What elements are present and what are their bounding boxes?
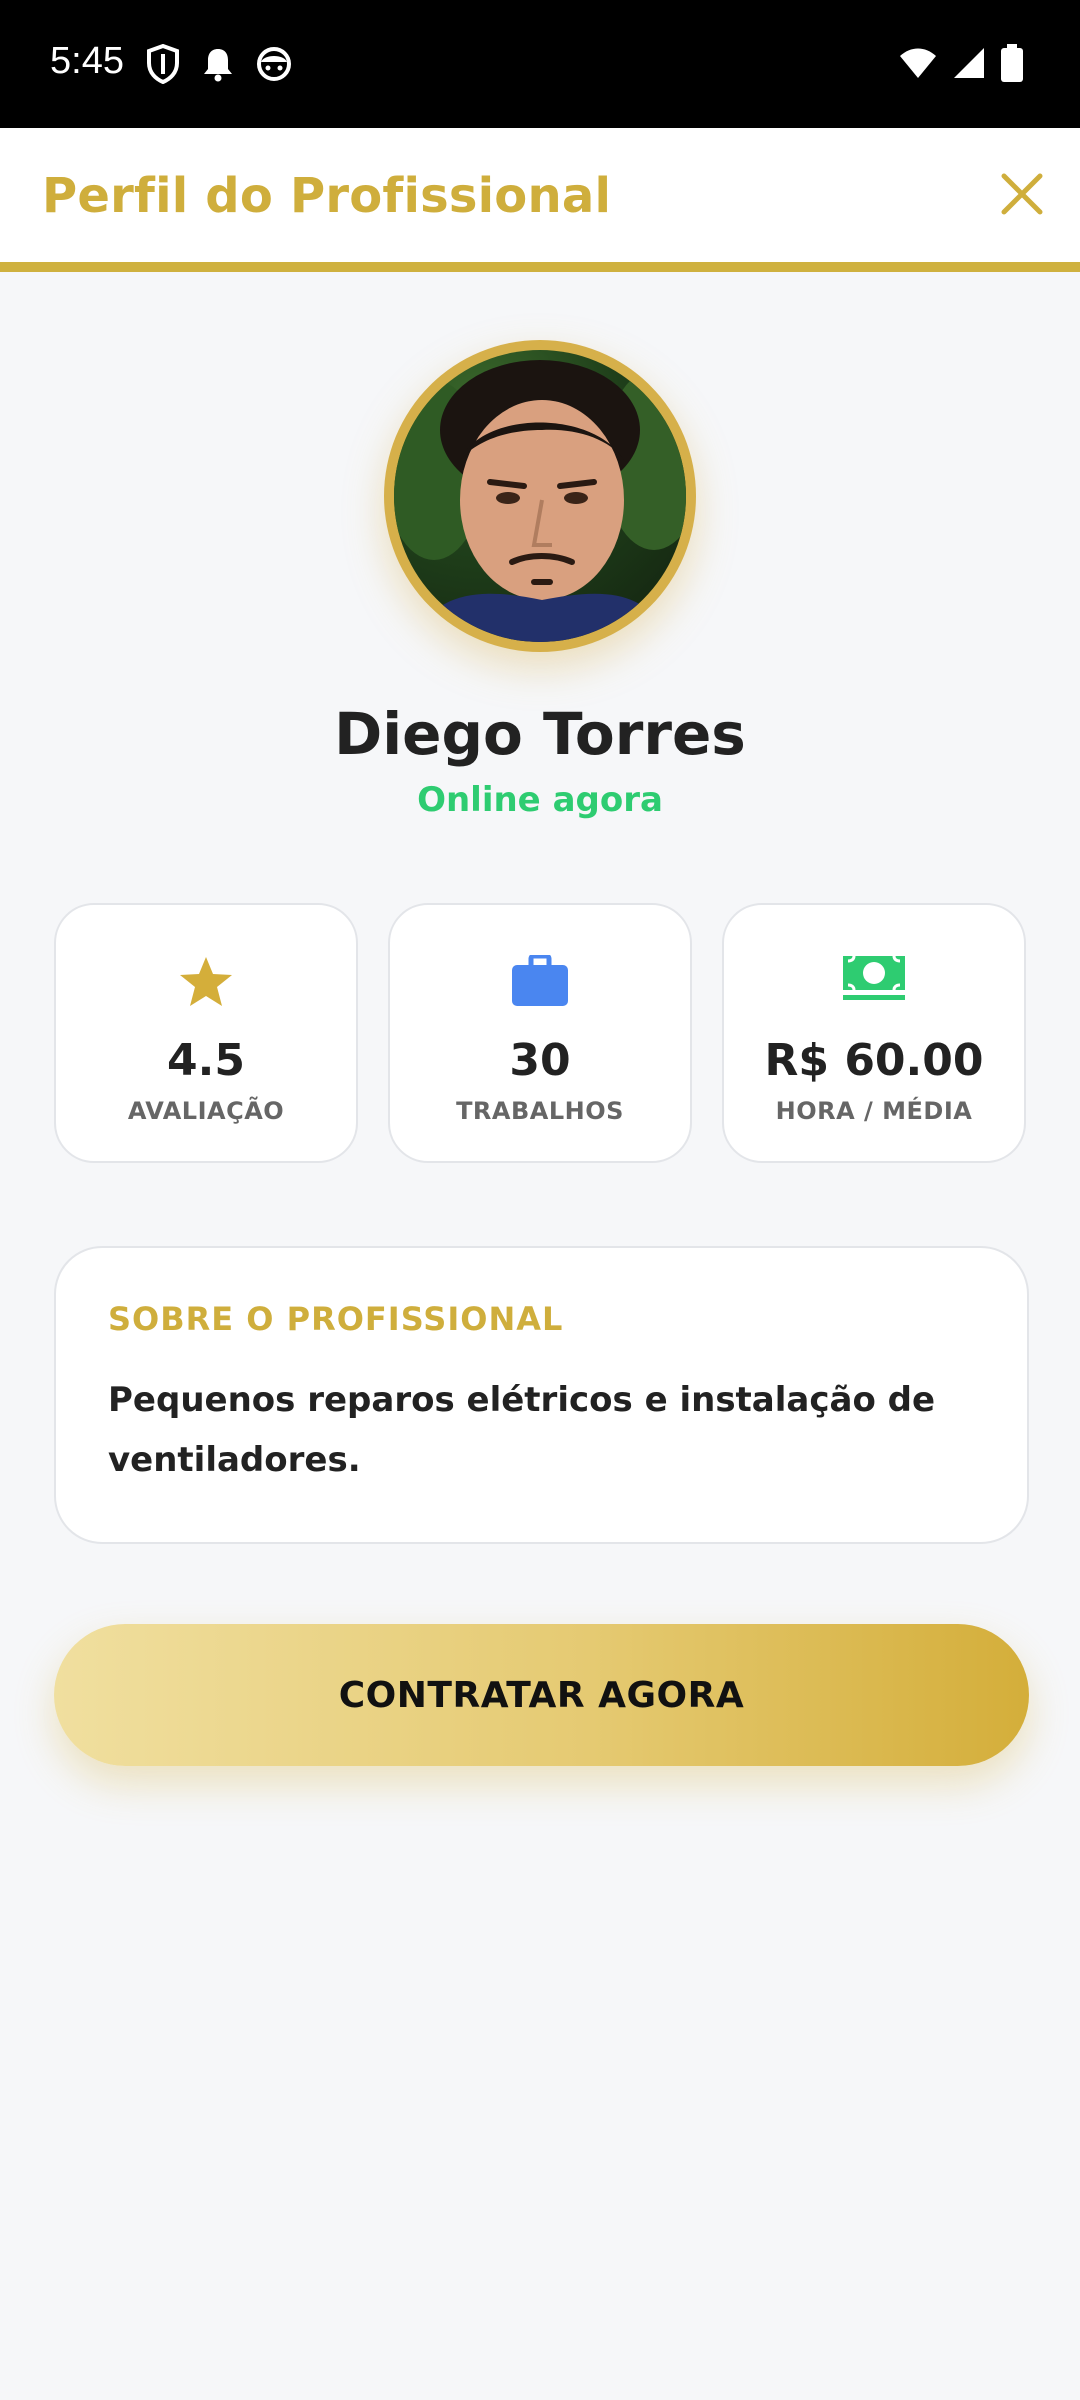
stat-card-rating: 4.5 AVALIAÇÃO (54, 903, 358, 1163)
stat-label: HORA / MÉDIA (775, 1097, 973, 1125)
professional-name: Diego Torres (334, 700, 746, 768)
app-header: Perfil do Profissional (0, 128, 1080, 262)
about-text: Pequenos reparos elétricos e instalação … (108, 1380, 936, 1480)
wifi-icon (898, 46, 938, 84)
hire-now-label: CONTRATAR AGORA (338, 1674, 745, 1716)
stats-row: 4.5 AVALIAÇÃO 30 TRABALHOS R$ 60.00 HORA… (54, 903, 1029, 1165)
status-time: 5:45 (50, 40, 124, 82)
status-icons-left (146, 43, 292, 88)
about-card: SOBRE O PROFISSIONAL Pequenos reparos el… (54, 1246, 1029, 1544)
hire-now-button[interactable]: CONTRATAR AGORA (54, 1624, 1029, 1766)
stat-card-jobs: 30 TRABALHOS (388, 903, 692, 1163)
stat-card-rate: R$ 60.00 HORA / MÉDIA (722, 903, 1026, 1163)
shield-icon (146, 43, 180, 88)
page-title: Perfil do Profissional (42, 168, 612, 224)
battery-icon (1000, 44, 1024, 86)
money-icon (843, 955, 905, 1000)
android-face-icon (256, 46, 292, 86)
star-icon (180, 957, 232, 1006)
briefcase-icon (512, 955, 568, 1006)
close-icon (1001, 173, 1043, 215)
online-status: Online agora (417, 780, 663, 820)
about-title: SOBRE O PROFISSIONAL (108, 1300, 564, 1338)
avatar (394, 350, 686, 642)
status-icons-right (898, 44, 1024, 86)
stat-value: 30 (509, 1035, 571, 1086)
avatar-frame (384, 340, 696, 652)
bell-icon (202, 46, 234, 86)
close-button[interactable] (994, 166, 1050, 222)
signal-icon (952, 46, 986, 84)
stat-label: AVALIAÇÃO (127, 1097, 285, 1125)
stat-label: TRABALHOS (456, 1097, 624, 1125)
status-bar: 5:45 (0, 0, 1080, 128)
stat-value: 4.5 (167, 1035, 245, 1086)
stat-value: R$ 60.00 (764, 1035, 984, 1086)
header-divider (0, 262, 1080, 272)
